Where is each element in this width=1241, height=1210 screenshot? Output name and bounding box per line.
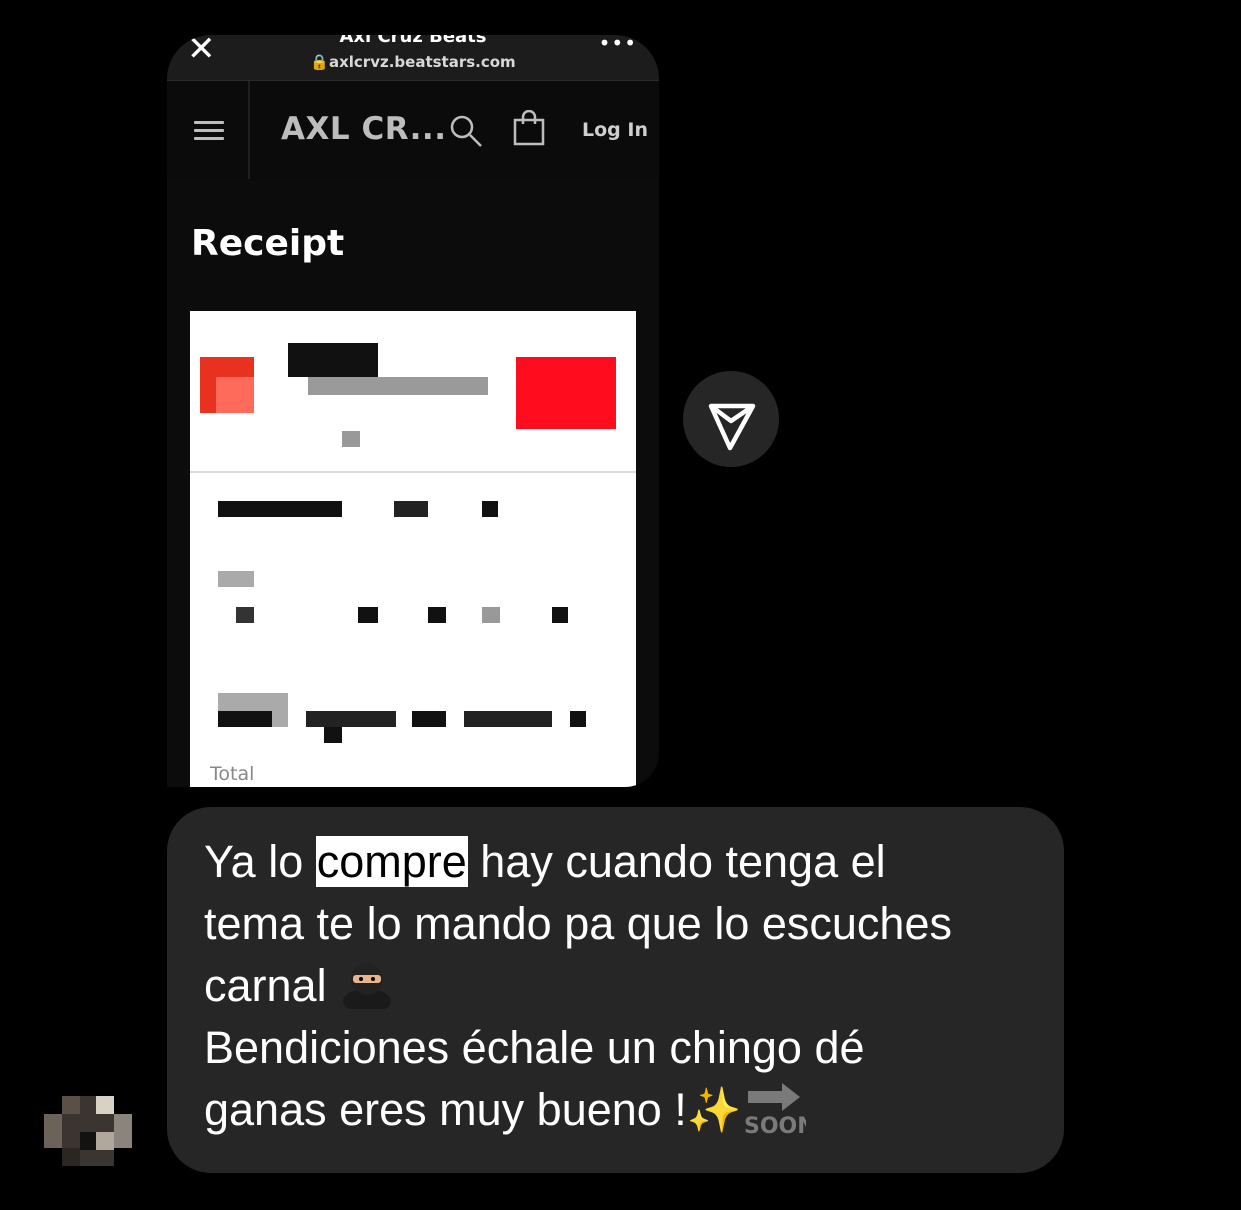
- pixel-block: [308, 377, 488, 395]
- page-title: Axl Cruz Beats: [339, 35, 487, 47]
- search-icon[interactable]: [449, 114, 483, 148]
- svg-text:SOON: SOON: [744, 1114, 806, 1139]
- receipt-total-label: Total: [210, 763, 255, 785]
- share-button[interactable]: [683, 371, 779, 467]
- pixel-block: [412, 711, 446, 727]
- pixel-block: [216, 377, 254, 413]
- message-text: Ya lo compre hay cuando tenga el tema te…: [204, 831, 1044, 1142]
- shopping-bag-icon[interactable]: [513, 110, 545, 146]
- pixel-block: [464, 711, 552, 727]
- message-line: Bendiciones échale un chingo dé: [204, 1022, 865, 1073]
- divider: [190, 471, 636, 473]
- receipt-card-pixelated: Total: [190, 311, 636, 787]
- ninja-emoji: [343, 963, 392, 1009]
- pixel-block: [218, 571, 254, 587]
- pixel-block: [342, 431, 360, 447]
- pixel-block: [358, 607, 378, 623]
- browser-url-bar: ✕ Axl Cruz Beats 🔒axlcrvz.beatstars.com …: [167, 35, 659, 80]
- pixel-block: [482, 607, 500, 623]
- soon-arrow-emoji: SOON: [744, 1083, 806, 1139]
- avatar[interactable]: [44, 1096, 132, 1166]
- site-brand[interactable]: AXL CR...: [281, 111, 446, 147]
- more-icon[interactable]: •••: [599, 35, 637, 55]
- pixel-block: [482, 501, 498, 517]
- pixel-block: [236, 607, 254, 623]
- pixel-block: [324, 727, 342, 743]
- pixel-block: [288, 343, 378, 377]
- pixel-block: [428, 607, 446, 623]
- receipt-heading: Receipt: [191, 223, 345, 264]
- header-divider: [248, 81, 250, 179]
- pixel-block: [552, 607, 568, 623]
- message-line: ganas eres muy bueno !✨ SOON: [204, 1079, 1044, 1142]
- pixel-block: [570, 711, 586, 727]
- message-bubble[interactable]: Ya lo compre hay cuando tenga el tema te…: [167, 807, 1064, 1173]
- pixel-block: [306, 711, 396, 727]
- site-header: AXL CR... Log In: [167, 80, 659, 179]
- message-line: Ya lo compre hay cuando tenga el: [204, 836, 886, 887]
- highlighted-word: compre: [315, 836, 468, 887]
- message-line: carnal: [204, 955, 1044, 1017]
- pixel-block: [218, 501, 342, 517]
- shared-screenshot[interactable]: ✕ Axl Cruz Beats 🔒axlcrvz.beatstars.com …: [167, 35, 659, 787]
- message-line: tema te lo mando pa que lo escuches: [204, 898, 952, 949]
- page-url: 🔒axlcrvz.beatstars.com: [310, 53, 516, 71]
- sparkles-emoji: ✨: [686, 1086, 742, 1135]
- login-link[interactable]: Log In: [582, 119, 648, 141]
- pixel-block: [218, 711, 272, 727]
- menu-icon[interactable]: [194, 121, 224, 141]
- send-icon: [708, 403, 756, 451]
- pixel-block: [394, 501, 428, 517]
- pixel-block: [516, 357, 616, 429]
